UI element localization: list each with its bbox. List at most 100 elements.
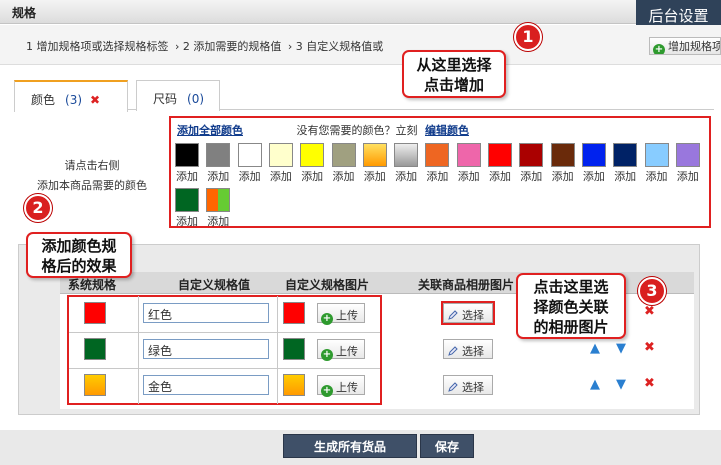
move-down-icon[interactable]: ▼	[616, 341, 626, 356]
swatch-add-label: 添加	[614, 170, 637, 183]
move-down-icon[interactable]: ▼	[616, 377, 626, 392]
swatch-color	[362, 143, 387, 167]
page-title: 规格	[12, 6, 37, 20]
plus-icon: +	[321, 349, 333, 361]
select-album-button[interactable]: 选择	[441, 301, 495, 325]
color-swatch[interactable]: 添加	[172, 143, 202, 184]
callout-effect: 添加颜色规 格后的效果	[26, 232, 132, 278]
add-all-colors-link[interactable]: 添加全部颜色	[177, 124, 243, 137]
tab-size[interactable]: 尺码 (0)	[136, 80, 220, 111]
step-number-badge: 1	[514, 23, 542, 51]
palette-header: 添加全部颜色 没有您需要的颜色？立刻 编辑颜色	[177, 122, 469, 138]
delete-icon[interactable]: ✖	[644, 376, 655, 391]
swatch-add-label: 添加	[238, 170, 261, 183]
swatch-color	[488, 143, 512, 167]
color-swatch[interactable]: 添加	[297, 143, 327, 184]
add-spec-button[interactable]: + 增加规格项	[649, 37, 721, 55]
hint-line-2: 添加本商品需要的颜色	[37, 179, 147, 192]
color-swatch[interactable]: 添加	[516, 143, 546, 184]
callout-effect-line-2: 格后的效果	[41, 257, 117, 275]
breadcrumb: 1 增加规格项或选择规格标签 › 2 添加需要的规格值 › 3 自定义规格值或	[26, 38, 386, 54]
step-1: 1 增加规格项或选择规格标签	[26, 40, 169, 53]
move-up-icon[interactable]: ▲	[590, 341, 600, 356]
system-color-swatch	[84, 374, 106, 396]
palette-prompt: 没有您需要的颜色？立刻	[296, 124, 418, 137]
col-album-image: 关联商品相册图片	[418, 278, 515, 292]
swatch-color	[550, 143, 575, 167]
swatch-add-label: 添加	[332, 170, 355, 183]
delete-icon[interactable]: ✖	[644, 304, 655, 319]
color-swatch[interactable]: 添加	[579, 143, 609, 184]
col-divider	[138, 296, 139, 404]
color-swatch[interactable]: 添加	[673, 143, 703, 184]
tab-close-icon[interactable]: ✖	[90, 93, 100, 107]
row-divider	[69, 332, 380, 333]
color-swatch[interactable]: 添加	[360, 143, 390, 184]
col-system-spec: 系统规格	[68, 278, 117, 292]
custom-value-input[interactable]: 金色	[143, 375, 269, 395]
swatch-color	[394, 143, 419, 167]
color-swatch[interactable]: 添加	[235, 143, 265, 184]
custom-value-input[interactable]: 红色	[143, 303, 269, 323]
step-number-badge: 2	[24, 194, 52, 222]
callout-add: 从这里选择 点击增加	[402, 50, 506, 98]
pencil-icon	[448, 310, 458, 320]
swatch-add-label: 添加	[676, 170, 699, 183]
callout-add-line-2: 点击增加	[423, 76, 484, 94]
edit-colors-link[interactable]: 编辑颜色	[425, 124, 469, 137]
color-swatch[interactable]: 添加	[422, 143, 452, 184]
row-divider	[69, 368, 380, 369]
save-button[interactable]: 保存	[420, 434, 474, 458]
color-swatch[interactable]: 添加	[203, 143, 233, 184]
plus-icon: +	[653, 44, 665, 55]
custom-image-swatch	[283, 374, 305, 396]
tab-size-count: (0)	[187, 92, 205, 106]
callout-album-line-2: 择颜色关联	[533, 298, 609, 316]
swatch-add-label: 添加	[207, 215, 230, 228]
delete-icon[interactable]: ✖	[644, 340, 655, 355]
swatch-add-label: 添加	[489, 170, 511, 183]
color-swatch[interactable]: 添加	[172, 188, 202, 229]
pencil-icon	[448, 346, 458, 356]
col-custom-image: 自定义规格图片	[285, 278, 370, 292]
pencil-icon	[448, 382, 458, 392]
swatch-add-label: 添加	[645, 170, 668, 183]
swatch-add-label: 添加	[395, 170, 418, 183]
callout-album: 点击这里选 择颜色关联 的相册图片	[516, 273, 626, 339]
swatch-color	[519, 143, 544, 167]
color-swatch[interactable]: 添加	[391, 143, 421, 184]
swatch-add-label: 添加	[520, 170, 543, 183]
color-swatch[interactable]: 添加	[610, 143, 640, 184]
title-bar: 规格	[0, 0, 721, 24]
color-swatch[interactable]: 添加	[266, 143, 296, 184]
color-swatch[interactable]: 添加	[203, 188, 233, 229]
swatch-color	[300, 143, 325, 167]
color-swatch[interactable]: 添加	[485, 143, 515, 184]
tab-size-label: 尺码	[153, 92, 178, 106]
swatch-add-label: 添加	[426, 170, 449, 183]
select-album-button[interactable]: 选择	[443, 339, 493, 359]
swatch-add-label: 添加	[551, 170, 574, 183]
callout-album-line-3: 的相册图片	[533, 318, 609, 336]
color-swatch[interactable]: 添加	[454, 143, 484, 184]
tab-color[interactable]: 颜色 (3) ✖	[14, 80, 128, 112]
select-album-button[interactable]: 选择	[443, 375, 493, 395]
upload-button[interactable]: + 上传	[317, 375, 365, 397]
generate-products-button[interactable]: 生成所有货品	[283, 434, 417, 458]
swatch-color	[613, 143, 638, 167]
custom-value-input[interactable]: 绿色	[143, 339, 269, 359]
custom-image-swatch	[283, 302, 305, 324]
color-swatch[interactable]: 添加	[548, 143, 578, 184]
select-label: 选择	[462, 309, 484, 322]
swatch-add-label: 添加	[176, 170, 198, 183]
plus-icon: +	[321, 313, 333, 325]
color-swatch[interactable]: 添加	[642, 143, 672, 184]
move-up-icon[interactable]: ▲	[590, 377, 600, 392]
add-spec-label: 增加规格项	[668, 40, 721, 53]
upload-button[interactable]: + 上传	[317, 303, 365, 325]
color-swatch[interactable]: 添加	[329, 143, 359, 184]
swatch-add-label: 添加	[269, 170, 292, 183]
upload-button[interactable]: + 上传	[317, 339, 365, 361]
select-label: 选择	[462, 345, 484, 358]
callout-add-line-1: 从这里选择	[416, 56, 492, 74]
